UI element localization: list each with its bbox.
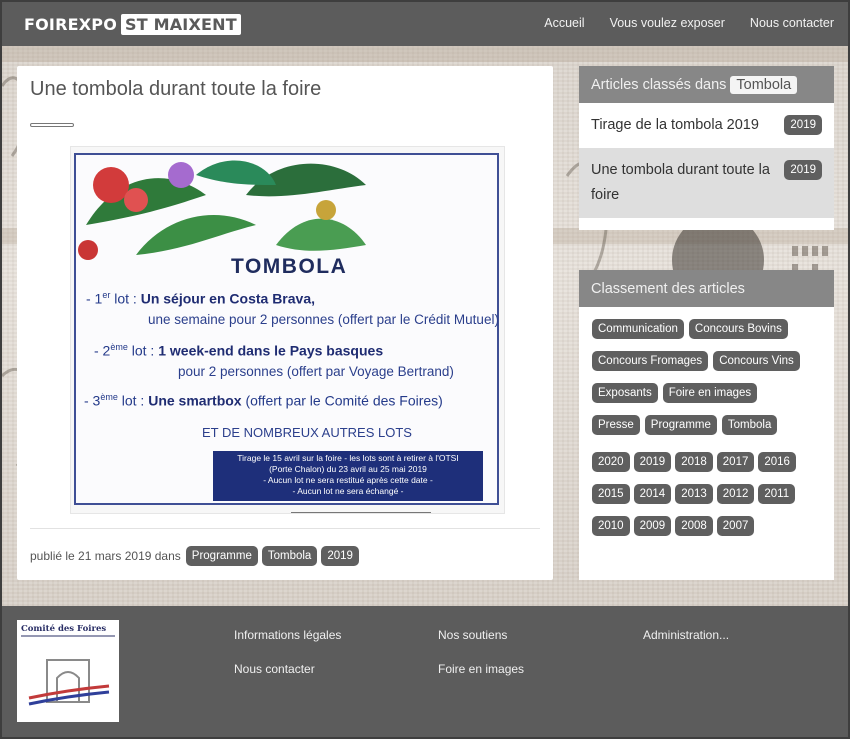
related-article-year[interactable]: 2019	[784, 160, 822, 180]
lot-3-main: Une smartbox	[148, 392, 242, 409]
category-communication[interactable]: Communication	[592, 319, 684, 339]
year-tag[interactable]: 2013	[675, 484, 713, 504]
year-tag[interactable]: 2012	[716, 484, 755, 504]
related-articles-widget: Articles classés dans Tombola Tirage de …	[579, 66, 834, 230]
classification-header: Classement des articles	[579, 270, 834, 307]
year-tag[interactable]: 2020	[592, 452, 630, 472]
year-tag[interactable]: 2016	[758, 452, 796, 472]
poster-frame: TOMBOLA - 1er lot : Un séjour en Costa B…	[74, 153, 499, 505]
main-nav: Accueil Vous voulez exposer Nous contact…	[544, 16, 834, 30]
category-exposants[interactable]: Exposants	[592, 383, 658, 403]
nav-exposer[interactable]: Vous voulez exposer	[610, 16, 725, 30]
related-article-title: Une tombola durant toute la foire	[591, 162, 770, 203]
poster-lot-1-sub: une semaine pour 2 personnes (offert par…	[148, 312, 499, 327]
card-separator	[30, 528, 540, 529]
tag-programme[interactable]: Programme	[185, 546, 258, 566]
poster-lot-2: - 2ème lot : 1 week-end dans le Pays bas…	[94, 342, 383, 359]
poster-lot-3: - 3ème lot : Une smartbox (offert par le…	[84, 392, 443, 409]
lot-1-prefix: - 1	[86, 290, 103, 307]
logo-part-st-maixent: ST MAIXENT	[121, 13, 241, 35]
footer-col-2: Nos soutiens Foire en images	[438, 628, 524, 696]
arch-logo-icon	[21, 635, 115, 706]
info-line-1: Tirage le 15 avril sur la foire - les lo…	[237, 453, 459, 463]
lot-2-sup: ème	[110, 342, 128, 352]
poster-foot-line	[291, 512, 431, 513]
year-tag[interactable]: 2017	[716, 452, 755, 472]
logo-part-foirexpo: FOIREXPO	[24, 14, 117, 34]
year-tag[interactable]: 2011	[758, 484, 796, 504]
site-footer: Comité des Foires Informations légales N…	[2, 606, 848, 737]
footer-col-1: Informations légales Nous contacter	[234, 628, 341, 696]
lot-3-prefix: - 3	[84, 392, 101, 409]
year-tag[interactable]: 2014	[633, 484, 672, 504]
year-tag[interactable]: 2009	[633, 516, 672, 536]
category-tags: Communication Concours Bovins Concours F…	[579, 307, 819, 442]
lot-1-label: lot :	[110, 290, 141, 307]
article-card: Une tombola durant toute la foire TOMBOL	[17, 66, 553, 580]
tag-tombola[interactable]: Tombola	[261, 546, 318, 566]
classification-title: Classement des articles	[591, 280, 745, 297]
related-article-item-active[interactable]: Une tombola durant toute la foire 2019	[579, 148, 834, 218]
year-tag[interactable]: 2015	[592, 484, 630, 504]
info-line-4: - Aucun lot ne sera échangé -	[292, 486, 404, 496]
year-tag[interactable]: 2019	[633, 452, 672, 472]
year-tag[interactable]: 2018	[675, 452, 713, 472]
site-logo[interactable]: FOIREXPO ST MAIXENT	[24, 13, 241, 35]
nav-accueil[interactable]: Accueil	[544, 16, 584, 30]
classified-prefix: Articles classés dans	[591, 76, 727, 93]
article-meta: publié le 21 mars 2019 dans Programme To…	[30, 546, 359, 566]
related-article-year[interactable]: 2019	[784, 115, 822, 135]
poster-info-box: Tirage le 15 avril sur la foire - les lo…	[213, 451, 483, 501]
comite-des-foires-logo[interactable]: Comité des Foires	[17, 620, 119, 722]
footer-link-contact[interactable]: Nous contacter	[234, 662, 341, 676]
poster-lot-2-sub: pour 2 personnes (offert par Voyage Bert…	[178, 364, 454, 379]
title-underline	[30, 123, 74, 127]
lot-3-sup: ème	[100, 392, 118, 402]
category-programme[interactable]: Programme	[644, 415, 717, 435]
related-article-item[interactable]: Tirage de la tombola 2019 2019	[579, 103, 834, 148]
lot-2-label: lot :	[127, 342, 159, 359]
poster-more-lots: ET DE NOMBREUX AUTRES LOTS	[202, 425, 412, 440]
year-tag[interactable]: 2008	[675, 516, 713, 536]
site-header: FOIREXPO ST MAIXENT Accueil Vous voulez …	[2, 2, 848, 46]
info-line-2: (Porte Chalon) du 23 avril au 25 mai 201…	[269, 464, 427, 474]
related-articles-header: Articles classés dans Tombola	[579, 66, 834, 103]
lot-1-main: Un séjour en Costa Brava,	[140, 290, 315, 307]
tombola-poster: TOMBOLA - 1er lot : Un séjour en Costa B…	[70, 146, 505, 514]
lot-3-label: lot :	[117, 392, 149, 409]
classification-widget: Classement des articles Communication Co…	[579, 270, 834, 580]
footer-link-legal[interactable]: Informations légales	[234, 628, 341, 642]
footer-link-foire-images[interactable]: Foire en images	[438, 662, 524, 676]
tag-2019[interactable]: 2019	[321, 546, 359, 566]
classified-tag: Tombola	[730, 75, 798, 94]
footer-col-3: Administration...	[643, 628, 729, 662]
lot-3-rest: (offert par le Comité des Foires)	[241, 392, 443, 409]
lot-2-main: 1 week-end dans le Pays basques	[158, 342, 384, 359]
article-title: Une tombola durant toute la foire	[30, 78, 322, 100]
footer-link-soutiens[interactable]: Nos soutiens	[438, 628, 524, 642]
related-article-title: Tirage de la tombola 2019	[591, 117, 759, 133]
info-line-3: - Aucun lot ne sera restitué après cette…	[263, 475, 433, 485]
category-foire-en-images[interactable]: Foire en images	[662, 383, 758, 403]
year-tag[interactable]: 2007	[716, 516, 755, 536]
category-concours-fromages[interactable]: Concours Fromages	[592, 351, 709, 371]
footer-link-administration[interactable]: Administration...	[643, 628, 729, 642]
lot-2-prefix: - 2	[94, 342, 111, 359]
poster-lot-1: - 1er lot : Un séjour en Costa Brava,	[86, 290, 315, 307]
published-text: publié le 21 mars 2019 dans	[30, 549, 181, 563]
year-tag[interactable]: 2010	[592, 516, 630, 536]
category-concours-vins[interactable]: Concours Vins	[713, 351, 800, 371]
nav-contact[interactable]: Nous contacter	[750, 16, 834, 30]
year-tags: 2020 2019 2018 2017 2016 2015 2014 2013 …	[579, 442, 819, 543]
poster-title: TOMBOLA	[231, 255, 348, 278]
category-concours-bovins[interactable]: Concours Bovins	[688, 319, 788, 339]
category-tombola[interactable]: Tombola	[721, 415, 778, 435]
category-presse[interactable]: Presse	[592, 415, 640, 435]
